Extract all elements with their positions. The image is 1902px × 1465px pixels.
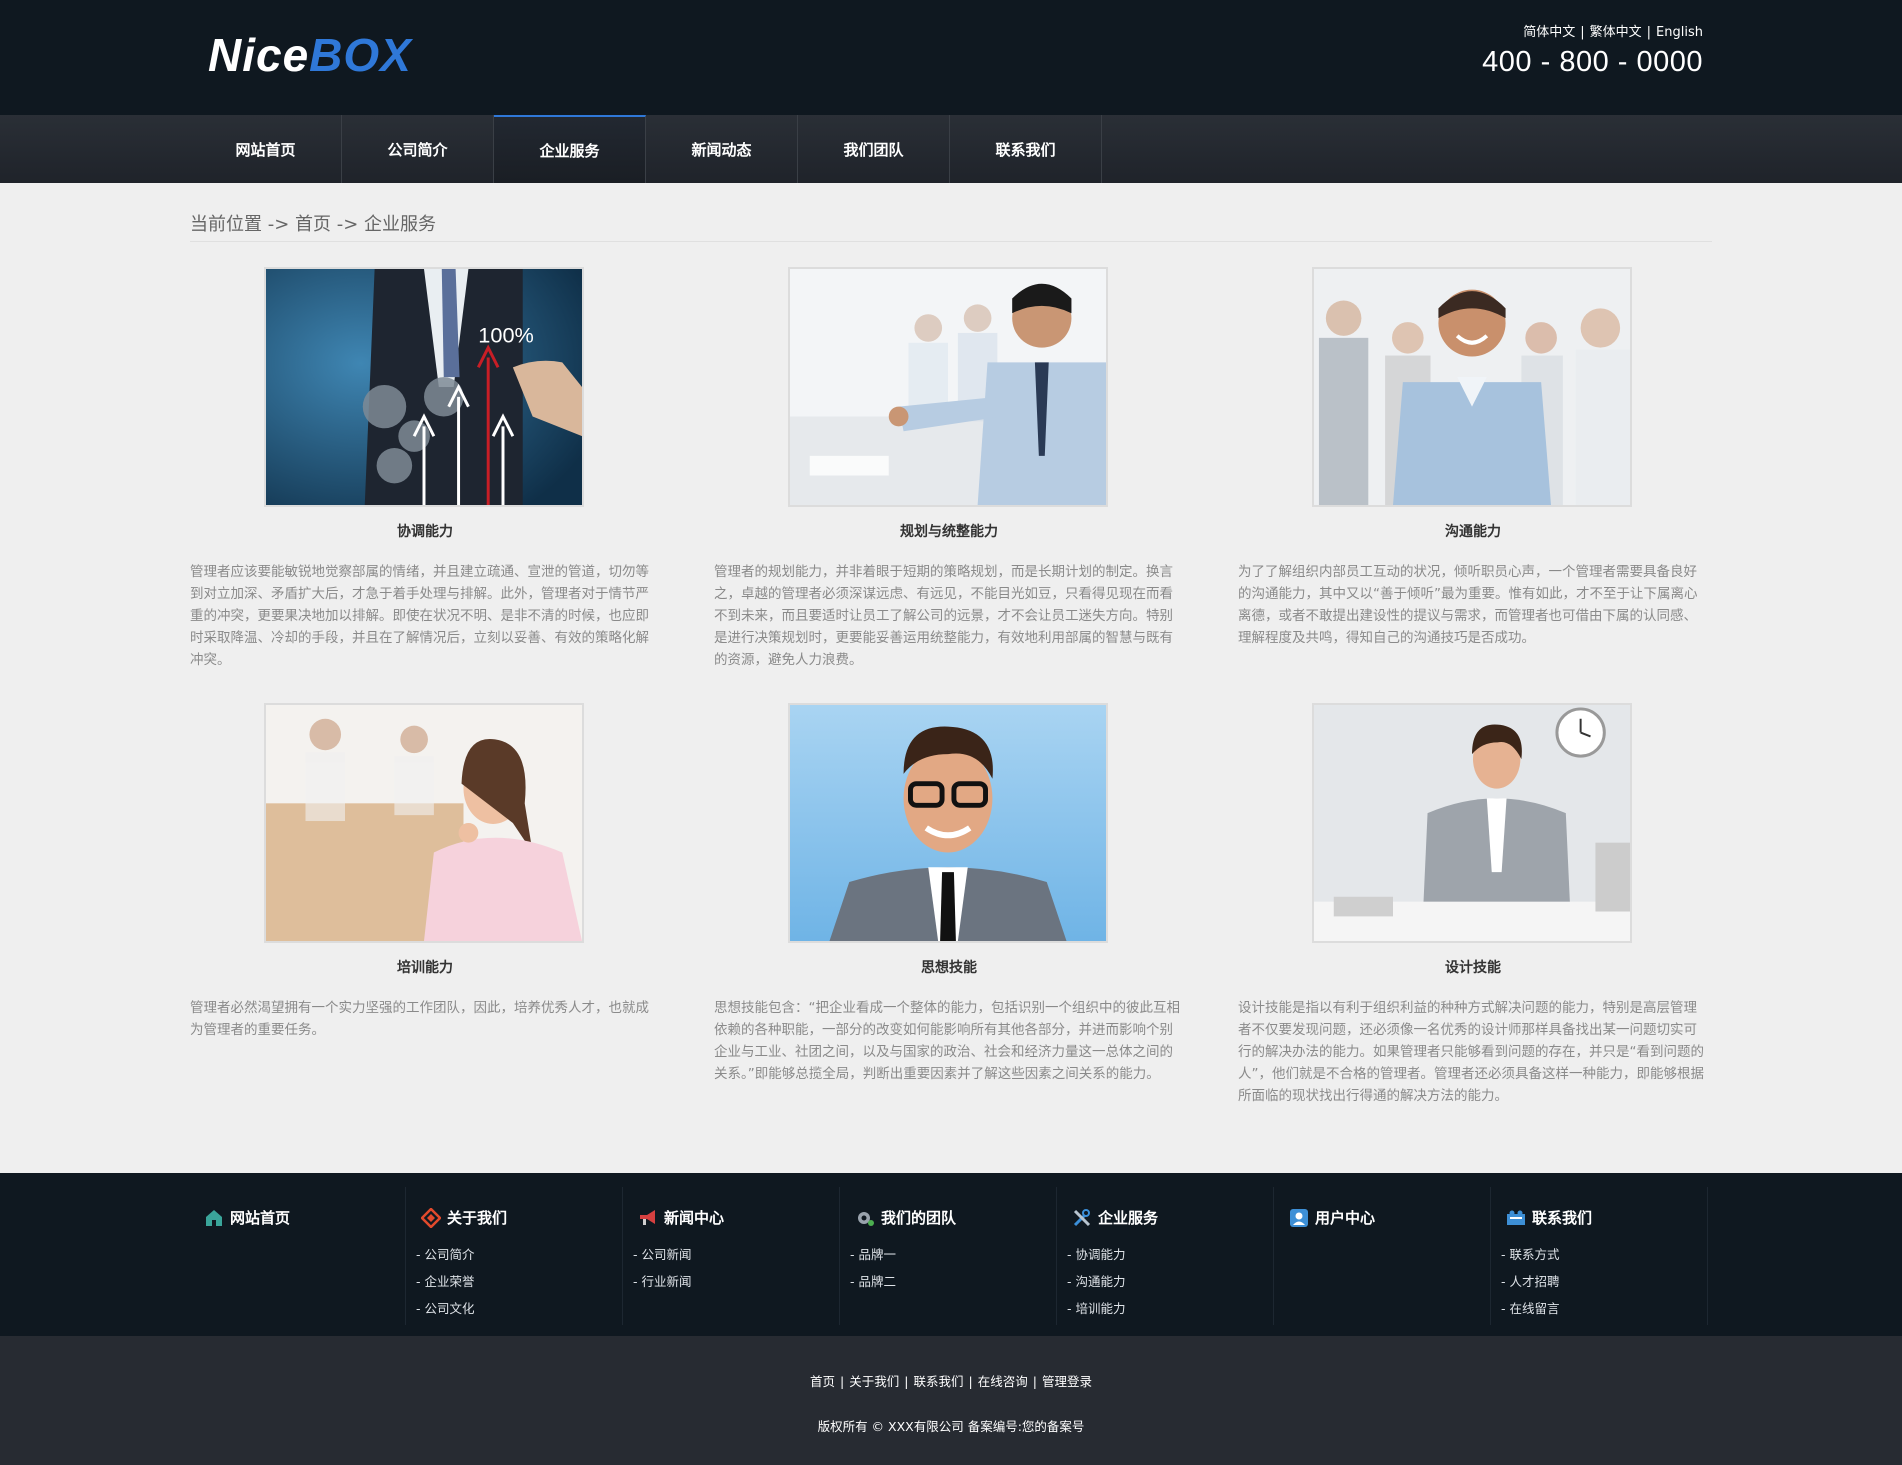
footer-heading-home[interactable]: 网站首页	[204, 1207, 290, 1228]
megaphone-icon	[638, 1208, 658, 1228]
lang-english-link[interactable]: English	[1656, 25, 1703, 40]
logo-text-nice: Nice	[208, 29, 310, 81]
bottom-link-admin-login[interactable]: 管理登录	[1042, 1374, 1092, 1389]
card-title-planning: 规划与统整能力	[900, 524, 998, 540]
footer-col-user: 用户中心	[1275, 1187, 1491, 1325]
footer-col-services: 企业服务 - 协调能力 - 沟通能力 - 培训能力	[1058, 1187, 1274, 1325]
lang-simplified-link[interactable]: 简体中文	[1523, 25, 1575, 40]
contact-icon	[1506, 1208, 1526, 1228]
footer-link-message[interactable]: - 在线留言	[1501, 1295, 1559, 1322]
growth-percent-label: 100%	[478, 323, 534, 348]
footer-bottom-links: 首页 | 关于我们 | 联系我们 | 在线咨询 | 管理登录	[810, 1374, 1092, 1389]
user-icon	[1289, 1208, 1309, 1228]
nav-item-team[interactable]: 我们团队	[798, 115, 950, 183]
language-switcher: 简体中文 | 繁体中文 | English	[1523, 25, 1703, 40]
nav-item-about[interactable]: 公司简介	[342, 115, 494, 183]
card-desc-thinking: 思想技能包含：“把企业看成一个整体的能力，包括识别一个组织中的彼此互相依赖的各种…	[714, 1000, 1180, 1082]
card-title-training: 培训能力	[397, 960, 453, 976]
footer-link-company-intro[interactable]: - 公司简介	[416, 1241, 474, 1268]
card-desc-coordination: 管理者应该要能敏锐地觉察部属的情绪，并且建立疏通、宣泄的管道，切勿等到对立加深、…	[190, 564, 649, 668]
card-desc-training: 管理者必然渴望拥有一个实力坚强的工作团队，因此，培养优秀人才，也就成为管理者的重…	[190, 1000, 649, 1038]
card-image-planning[interactable]	[788, 267, 1108, 507]
card-image-thinking[interactable]	[788, 703, 1108, 943]
nav-item-home[interactable]: 网站首页	[190, 115, 342, 183]
nav-item-contact[interactable]: 联系我们	[950, 115, 1102, 183]
breadcrumb: 当前位置 -> 首页 -> 企业服务	[190, 214, 437, 235]
breadcrumb-divider	[190, 241, 1712, 242]
footer-link-culture[interactable]: - 公司文化	[416, 1295, 474, 1322]
card-title-communication: 沟通能力	[1445, 524, 1501, 540]
footer-heading-news[interactable]: 新闻中心	[638, 1207, 724, 1228]
footer-col-team: 我们的团队 - 品牌一 - 品牌二	[841, 1187, 1057, 1325]
man-glasses-photo	[790, 705, 1106, 941]
diamond-icon	[420, 1206, 442, 1229]
footer-link-honors[interactable]: - 企业荣誉	[416, 1268, 474, 1295]
footer-col-news: 新闻中心 - 公司新闻 - 行业新闻	[624, 1187, 840, 1325]
site-header: NiceBOX 简体中文 | 繁体中文 | English 400 - 800 - 00…	[0, 0, 1902, 115]
phone-number: 400 - 800 - 0000	[1482, 46, 1703, 78]
footer-link-industry-news[interactable]: - 行业新闻	[633, 1268, 691, 1295]
copyright-text: 版权所有 © XXX有限公司 备案编号:您的备案号	[817, 1419, 1085, 1434]
card-desc-communication: 为了了解组织内部员工互动的状况，倾听职员心声，一个管理者需要具备良好的沟通能力，…	[1238, 564, 1698, 646]
footer-bottom: 首页 | 关于我们 | 联系我们 | 在线咨询 | 管理登录 版权所有 © XXX有限公司 备案…	[0, 1336, 1902, 1465]
business-growth-photo: 100%	[266, 269, 582, 505]
card-image-training[interactable]	[264, 703, 584, 943]
team-photo	[1314, 269, 1630, 505]
woman-office-photo	[266, 705, 582, 941]
tools-icon	[1072, 1208, 1092, 1228]
bottom-link-consult[interactable]: 在线咨询	[978, 1374, 1028, 1389]
home-icon	[204, 1208, 224, 1228]
card-image-communication[interactable]	[1312, 267, 1632, 507]
main-nav: 网站首页 公司简介 企业服务 新闻动态 我们团队 联系我们	[0, 115, 1902, 183]
footer-link-company-news[interactable]: - 公司新闻	[633, 1241, 691, 1268]
meeting-photo	[790, 269, 1106, 505]
businesswoman-desk-photo	[1314, 705, 1630, 941]
nav-item-services[interactable]: 企业服务	[494, 115, 646, 183]
footer-link-training[interactable]: - 培训能力	[1067, 1295, 1125, 1322]
bottom-link-about[interactable]: 关于我们	[849, 1374, 899, 1389]
nav-item-news[interactable]: 新闻动态	[646, 115, 798, 183]
footer-link-contact-info[interactable]: - 联系方式	[1501, 1241, 1559, 1268]
gear-icon	[855, 1208, 875, 1228]
card-title-thinking: 思想技能	[921, 960, 977, 976]
footer-col-contact: 联系我们 - 联系方式 - 人才招聘 - 在线留言	[1492, 1187, 1708, 1325]
card-title-design: 设计技能	[1445, 960, 1501, 976]
bottom-link-home[interactable]: 首页	[810, 1374, 835, 1389]
footer-link-communication[interactable]: - 沟通能力	[1067, 1268, 1125, 1295]
card-desc-planning: 管理者的规划能力，并非着眼于短期的策略规划，而是长期计划的制定。换言之，卓越的管…	[714, 564, 1173, 668]
card-image-design[interactable]	[1312, 703, 1632, 943]
footer-col-about: 关于我们 - 公司简介 - 企业荣誉 - 公司文化	[407, 1187, 623, 1325]
footer-link-brand-2[interactable]: - 品牌二	[850, 1268, 896, 1295]
footer-heading-contact[interactable]: 联系我们	[1506, 1207, 1592, 1228]
lang-traditional-link[interactable]: 繁体中文	[1590, 25, 1642, 40]
card-title-coordination: 协调能力	[397, 524, 453, 540]
card-desc-design: 设计技能是指以有利于组织利益的种种方式解决问题的能力，特别是高层管理者不仅要发现…	[1238, 1000, 1704, 1104]
footer-link-recruitment[interactable]: - 人才招聘	[1501, 1268, 1559, 1295]
footer-col-home: 网站首页	[190, 1187, 406, 1325]
footer-links: 网站首页 关于我们 - 公司简介 - 企业荣誉 - 公司文化 新闻中心 - 公司…	[0, 1173, 1902, 1336]
footer-link-brand-1[interactable]: - 品牌一	[850, 1241, 896, 1268]
logo-text-box: BOX	[309, 29, 412, 81]
footer-link-coordination[interactable]: - 协调能力	[1067, 1241, 1125, 1268]
card-image-coordination[interactable]: 100%	[264, 267, 584, 507]
bottom-link-contact[interactable]: 联系我们	[913, 1374, 963, 1389]
footer-heading-user[interactable]: 用户中心	[1289, 1207, 1375, 1228]
footer-heading-services[interactable]: 企业服务	[1072, 1207, 1158, 1228]
footer-heading-team[interactable]: 我们的团队	[855, 1207, 956, 1228]
footer-heading-about[interactable]: 关于我们	[420, 1206, 507, 1229]
site-logo[interactable]: NiceBOX	[208, 28, 412, 82]
